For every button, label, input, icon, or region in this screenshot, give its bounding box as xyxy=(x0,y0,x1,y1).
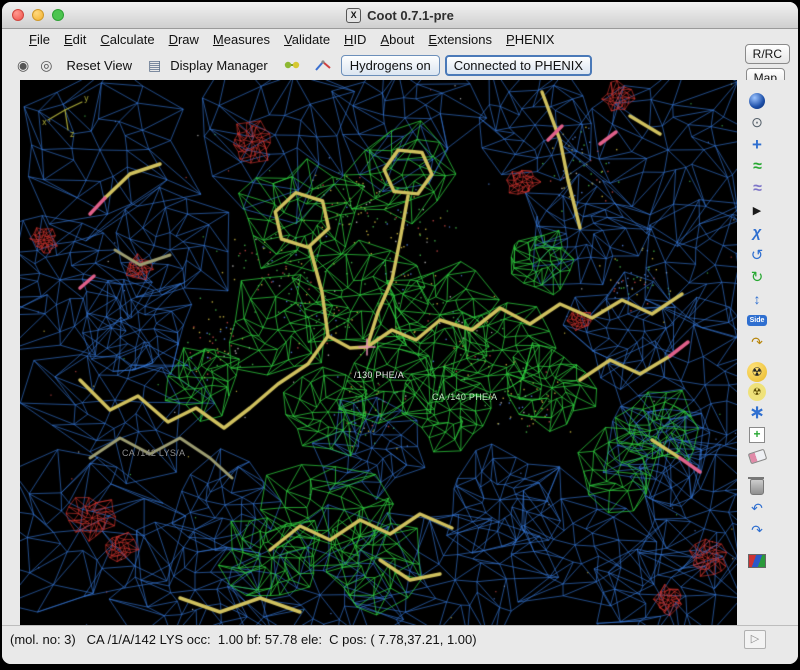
edit-chi-angles-icon[interactable]: χ xyxy=(745,222,769,243)
menu-hid[interactable]: HID xyxy=(337,30,373,49)
window-title-area: X Coot 0.7.1-pre xyxy=(2,2,798,28)
menu-validate[interactable]: Validate xyxy=(277,30,337,49)
trash-icon[interactable] xyxy=(745,476,769,497)
status-text: (mol. no: 3) CA /1/A/142 LYS occ: 1.00 b… xyxy=(2,632,477,647)
hydrogens-toggle[interactable]: Hydrogens on xyxy=(341,55,440,76)
raster-image-icon[interactable] xyxy=(745,550,769,571)
rotate-ccw-icon[interactable]: ↺ xyxy=(745,244,769,265)
titlebar: X Coot 0.7.1-pre xyxy=(2,2,798,29)
add-alt-conf-icon[interactable]: + xyxy=(745,424,769,445)
mutate-autofit-icon[interactable]: ☢ xyxy=(747,362,767,382)
display-manager-button[interactable]: ▤ Display Manager xyxy=(143,55,274,76)
menubar: File Edit Calculate Draw Measures Valida… xyxy=(2,29,798,50)
menu-draw[interactable]: Draw xyxy=(162,30,206,49)
atom-label-lys142: CA /142 LYS/A xyxy=(122,448,185,458)
sphere-refine-icon[interactable] xyxy=(745,90,769,111)
toolbar-circle-icon-1[interactable]: ◉ xyxy=(14,57,32,74)
sticks-tool-button[interactable] xyxy=(310,56,336,74)
menu-measures[interactable]: Measures xyxy=(206,30,277,49)
jed-flip-icon[interactable]: ↷ xyxy=(745,332,769,353)
statusbar: (mol. no: 3) CA /1/A/142 LYS occ: 1.00 b… xyxy=(2,625,798,664)
gl-viewport[interactable]: /130 PHE/A CA /140 PHE/A CA /142 LYS/A xyxy=(20,80,737,626)
add-terminal-residue-icon[interactable]: ∗ xyxy=(745,402,769,423)
rigid-body-fit-icon[interactable]: ▶ xyxy=(745,200,769,221)
atom-label-phe130: /130 PHE/A xyxy=(354,370,404,380)
dumbbell-icon xyxy=(282,58,302,72)
regularize-zone-icon[interactable]: ≈ xyxy=(745,178,769,199)
phenix-connection-toggle[interactable]: Connected to PHENIX xyxy=(445,55,592,76)
density-map-canvas[interactable] xyxy=(20,80,737,626)
sticks-icon xyxy=(313,58,333,72)
flip-peptide-icon[interactable]: ↕ xyxy=(745,288,769,309)
x11-app-icon: X xyxy=(346,8,361,23)
atom-label-phe140: CA /140 PHE/A xyxy=(432,392,497,402)
side-chain-flip-icon[interactable]: Side xyxy=(745,310,769,331)
main-area: /130 PHE/A CA /140 PHE/A CA /142 LYS/A ⊙… xyxy=(2,80,798,626)
real-space-refine-icon[interactable]: ≈ xyxy=(745,156,769,177)
menu-edit[interactable]: Edit xyxy=(57,30,93,49)
menu-calculate[interactable]: Calculate xyxy=(93,30,161,49)
reset-view-label: Reset View xyxy=(63,58,135,73)
simple-mutate-icon[interactable]: ☢ xyxy=(748,383,766,401)
app-window: X Coot 0.7.1-pre File Edit Calculate Dra… xyxy=(2,2,798,664)
reset-view-button[interactable]: Reset View xyxy=(60,56,138,75)
dumbbell-tool-button[interactable] xyxy=(279,56,305,74)
menu-extensions[interactable]: Extensions xyxy=(421,30,499,49)
display-manager-label: Display Manager xyxy=(167,58,271,73)
translate-zone-icon[interactable]: + xyxy=(745,134,769,155)
undo-icon[interactable]: ↶ xyxy=(745,498,769,519)
target-circle-icon[interactable]: ⊙ xyxy=(745,112,769,133)
redo-icon[interactable]: ↷ xyxy=(745,520,769,541)
menu-about[interactable]: About xyxy=(373,30,421,49)
toolbar-circle-icon-2[interactable]: ◎ xyxy=(37,57,55,74)
left-gutter xyxy=(2,80,20,626)
rotate-cw-icon[interactable]: ↻ xyxy=(745,266,769,287)
run-triangle-icon[interactable]: ▷ xyxy=(744,630,766,649)
modelling-toolbar: ⊙ + ≈ ≈ ▶ χ ↺ ↻ ↕ Side ↷ ☢ ☢ ∗ + ↶ ↷ xyxy=(737,80,798,626)
window-title: Coot 0.7.1-pre xyxy=(367,8,454,23)
main-toolbar: ◉ ◎ Reset View ▤ Display Manager Hydroge… xyxy=(2,50,732,80)
menu-file[interactable]: File xyxy=(22,30,57,49)
menu-phenix[interactable]: PHENIX xyxy=(499,30,561,49)
eraser-icon[interactable] xyxy=(745,446,769,467)
display-manager-icon: ▤ xyxy=(146,57,163,74)
rrc-button[interactable]: R/RC xyxy=(745,44,790,64)
